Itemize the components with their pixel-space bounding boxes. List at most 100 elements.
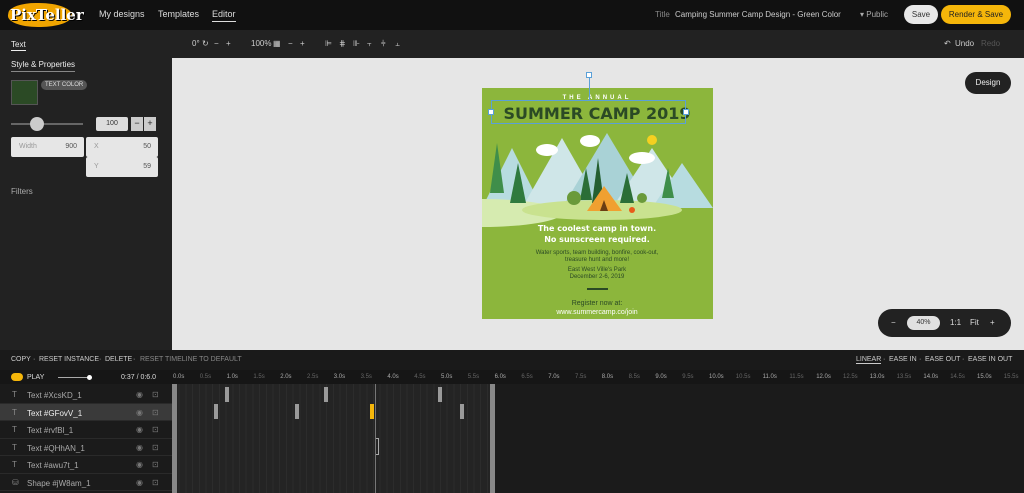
pixteller-logo[interactable]: PixTeller <box>5 3 84 27</box>
poster-tagline-1: The coolest camp in town. <box>538 224 656 233</box>
poster-url: www.summercamp.co/join <box>555 309 637 316</box>
x-field[interactable]: X 50 <box>86 137 158 157</box>
eye-icon[interactable]: ◉ <box>136 390 143 399</box>
timeline-end-marker[interactable] <box>490 384 495 493</box>
transparency-icon[interactable]: ▦ <box>273 39 281 48</box>
lock-icon[interactable]: ⊡ <box>152 408 159 417</box>
decrement-button[interactable]: − <box>131 117 143 131</box>
align-middle-icon[interactable]: ⫩ <box>381 39 386 49</box>
layer-row[interactable]: T Text #XcsKD_1 ◉ ⊡ <box>0 386 172 404</box>
layer-name: Text #QHhAN_1 <box>27 443 85 453</box>
fit-button[interactable]: Fit <box>970 318 979 327</box>
keyframe[interactable] <box>214 404 218 419</box>
y-field[interactable]: Y 59 <box>86 157 158 177</box>
lock-icon[interactable]: ⊡ <box>152 425 159 434</box>
save-button[interactable]: Save <box>904 5 938 24</box>
easing-linear[interactable]: LINEAR <box>856 356 882 364</box>
eye-icon[interactable]: ◉ <box>136 425 143 434</box>
zoom-out-icon[interactable]: − <box>891 318 896 327</box>
reset-timeline-button[interactable]: RESET TIMELINE TO DEFAULT <box>140 356 242 363</box>
align-top-icon[interactable]: ⫟ <box>367 39 372 49</box>
plus-icon[interactable]: + <box>226 39 231 48</box>
lock-icon[interactable]: ⊡ <box>152 443 159 452</box>
align-right-icon[interactable]: ⊪ <box>353 39 360 48</box>
rotate-icon[interactable]: ↻ <box>202 39 209 48</box>
copy-button[interactable]: COPY <box>11 356 31 363</box>
filters-section[interactable]: Filters <box>11 187 33 196</box>
keyframe[interactable] <box>324 387 328 402</box>
opacity-slider-track[interactable] <box>11 123 83 125</box>
align-center-icon[interactable]: ⋕ <box>339 39 346 48</box>
delete-button[interactable]: DELETE <box>105 356 132 363</box>
zoom-percent[interactable]: 100% <box>251 39 271 48</box>
time-readout: 0:37 / 0:6.0 <box>121 374 157 381</box>
resize-handle-right[interactable] <box>683 109 689 115</box>
keyframe[interactable] <box>225 387 229 402</box>
align-left-icon[interactable]: ⊫ <box>325 39 332 48</box>
opacity-slider-knob[interactable] <box>30 117 44 131</box>
reset-instance-button[interactable]: RESET INSTANCE <box>39 356 99 363</box>
poster-location: East West Ville's Park <box>568 267 627 273</box>
opacity-input[interactable]: 100 <box>96 117 128 131</box>
actual-size-button[interactable]: 1:1 <box>950 318 961 327</box>
timeline-start-marker[interactable] <box>172 384 177 493</box>
timeline-track-area[interactable] <box>172 384 495 493</box>
layer-row[interactable]: ⛁ Shape #jW8am_1 ◉ ⊡ <box>0 474 172 491</box>
easing-ease-in-out[interactable]: EASE IN OUT <box>968 356 1012 363</box>
keyframe[interactable] <box>295 404 299 419</box>
text-color-swatch[interactable] <box>11 80 38 105</box>
resize-handle-left[interactable] <box>488 109 494 115</box>
easing-ease-out[interactable]: EASE OUT <box>925 356 960 363</box>
rotation-value[interactable]: 0° <box>192 39 200 48</box>
undo-button[interactable]: Undo <box>955 39 974 48</box>
layer-name: Text #rvfBl_1 <box>27 426 74 435</box>
minus-icon[interactable]: − <box>288 39 293 48</box>
width-label: Width <box>19 143 37 150</box>
lock-icon[interactable]: ⊡ <box>152 460 159 469</box>
layer-row[interactable]: T Text #rvfBl_1 ◉ ⊡ <box>0 421 172 439</box>
width-value: 900 <box>65 143 77 150</box>
eye-icon[interactable]: ◉ <box>136 478 143 487</box>
y-value: 59 <box>143 163 151 170</box>
design-button[interactable]: Design <box>965 72 1011 94</box>
tab-style-properties[interactable]: Style & Properties <box>11 60 76 72</box>
scrub-knob[interactable] <box>87 375 92 380</box>
poster-desc-1: Water sports, team building, bonfire, co… <box>536 250 659 256</box>
title-input[interactable]: Camping Summer Camp Design - Green Color <box>675 10 847 19</box>
eye-icon[interactable]: ◉ <box>136 460 143 469</box>
lock-icon[interactable]: ⊡ <box>152 478 159 487</box>
zoom-level[interactable]: 40% <box>907 316 940 330</box>
render-save-button[interactable]: Render & Save <box>941 5 1011 24</box>
layer-row[interactable]: T Text #GFovV_1 ◉ ⊡ <box>0 403 172 421</box>
minus-icon[interactable]: − <box>214 39 219 48</box>
eye-icon[interactable]: ◉ <box>136 443 143 452</box>
redo-button[interactable]: Redo <box>981 39 1000 48</box>
align-bottom-icon[interactable]: ⫠ <box>395 39 400 49</box>
layer-row[interactable]: T Text #awu7t_1 ◉ ⊡ <box>0 456 172 474</box>
undo-icon[interactable]: ↶ <box>944 39 951 48</box>
keyframe[interactable] <box>460 404 464 419</box>
lock-icon[interactable]: ⊡ <box>152 390 159 399</box>
layer-row[interactable]: T Text #QHhAN_1 ◉ ⊡ <box>0 439 172 456</box>
ruler-tick: 13.0s <box>869 374 885 380</box>
playhead[interactable] <box>375 384 376 493</box>
nav-my-designs[interactable]: My designs <box>99 9 145 19</box>
easing-ease-in[interactable]: EASE IN <box>889 356 917 363</box>
keyframe-selected[interactable] <box>370 404 374 419</box>
selection-box[interactable] <box>491 100 686 124</box>
nav-templates[interactable]: Templates <box>158 9 199 19</box>
zoom-in-icon[interactable]: + <box>990 318 995 327</box>
keyframe[interactable] <box>438 387 442 402</box>
tab-text[interactable]: Text <box>11 40 26 51</box>
increment-button[interactable]: + <box>144 117 156 131</box>
play-icon[interactable] <box>11 373 23 381</box>
plus-icon[interactable]: + <box>300 39 305 48</box>
rotate-handle[interactable] <box>586 72 592 78</box>
ruler-tick: 7.5s <box>575 374 587 380</box>
play-button[interactable]: PLAY <box>27 374 44 381</box>
visibility-dropdown[interactable]: ▾ Public <box>860 10 888 19</box>
ruler-tick: 8.5s <box>628 374 640 380</box>
nav-editor[interactable]: Editor <box>212 9 236 22</box>
width-field[interactable]: Width 900 <box>11 137 84 157</box>
eye-icon[interactable]: ◉ <box>136 408 143 417</box>
